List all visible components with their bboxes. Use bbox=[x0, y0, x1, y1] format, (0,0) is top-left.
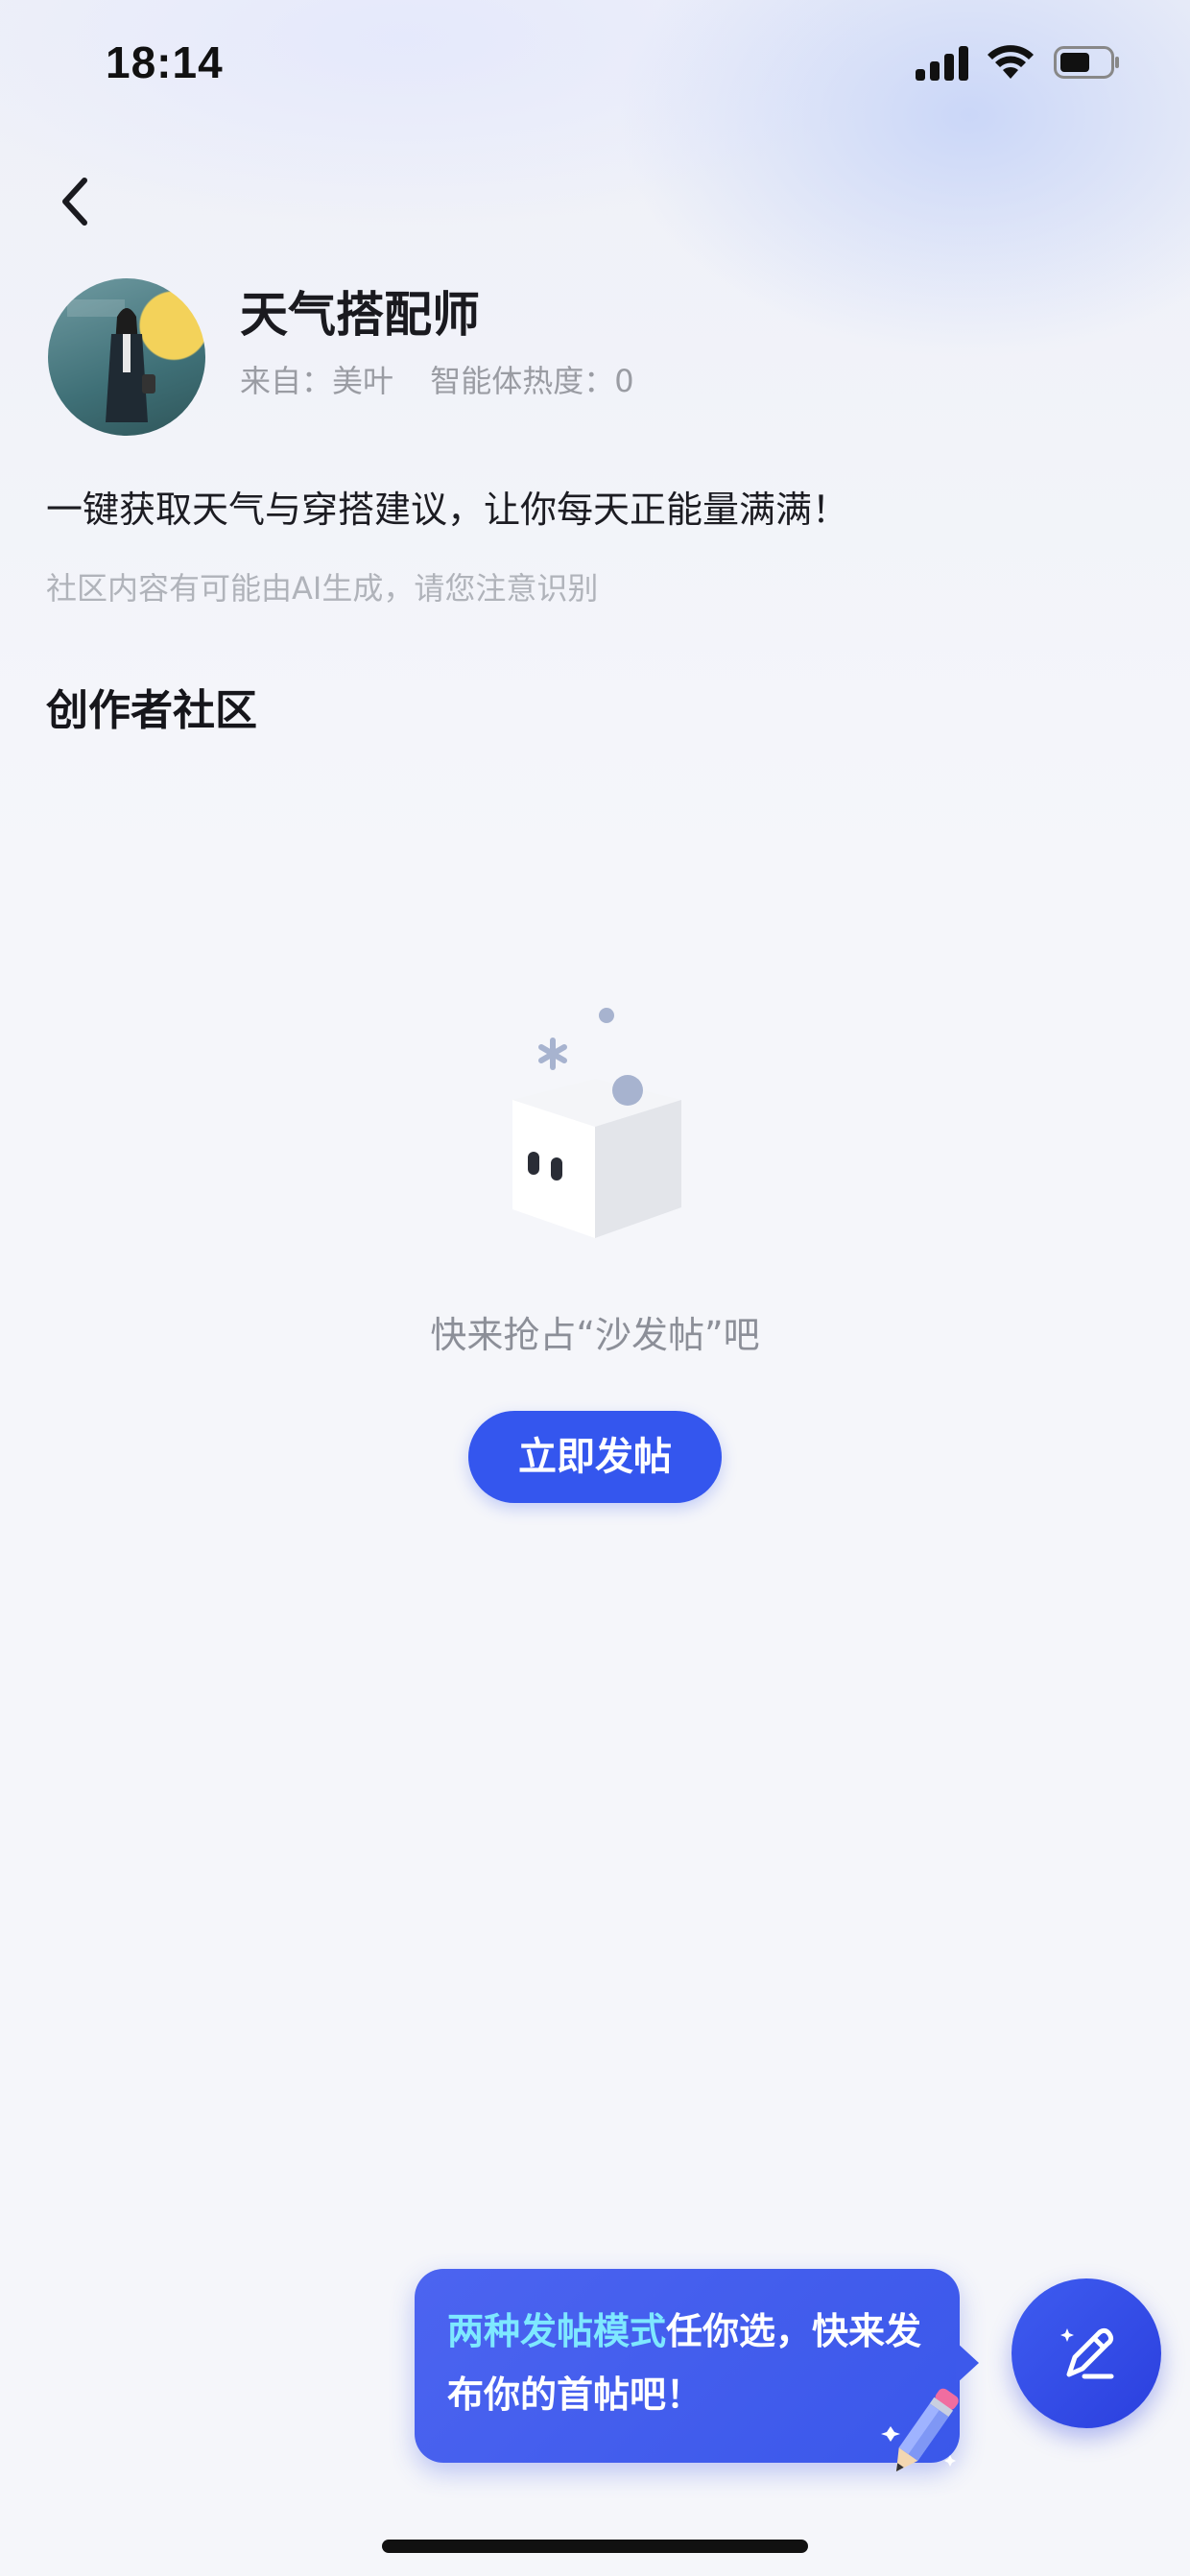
agent-heat: 智能体热度：0 bbox=[430, 363, 634, 399]
compose-post-button[interactable] bbox=[1012, 2278, 1161, 2428]
tooltip-highlight: 两种发帖模式 bbox=[447, 2310, 667, 2352]
agent-meta: 来自：美叶 智能体热度：0 bbox=[240, 357, 661, 401]
community-title: 创作者社区 bbox=[46, 686, 257, 735]
empty-box-icon bbox=[512, 1008, 681, 1238]
agent-description: 一键获取天气与穿搭建议，让你每天正能量满满！ bbox=[46, 489, 849, 531]
back-arrow-icon[interactable] bbox=[50, 171, 104, 232]
agent-name: 天气搭配师 bbox=[240, 287, 480, 343]
signal-icon bbox=[916, 44, 969, 81]
pencil-icon bbox=[881, 2388, 959, 2472]
battery-icon bbox=[1054, 46, 1119, 79]
tooltip-arrow bbox=[956, 2342, 979, 2384]
status-bar: 18:14 bbox=[0, 0, 1190, 134]
agent-from[interactable]: 来自：美叶 bbox=[240, 363, 393, 399]
wifi-icon bbox=[988, 45, 1034, 79]
compose-icon bbox=[1060, 2327, 1114, 2379]
post-now-button[interactable]: 立即发帖 bbox=[468, 1411, 722, 1503]
avatar-illustration bbox=[67, 299, 155, 422]
empty-state-text: 快来抢占“沙发帖”吧 bbox=[430, 1314, 760, 1356]
status-time: 18:14 bbox=[106, 37, 224, 87]
ai-notice: 社区内容有可能由AI生成，请您注意识别 bbox=[46, 570, 599, 607]
home-indicator[interactable] bbox=[382, 2540, 808, 2553]
avatar[interactable] bbox=[48, 278, 205, 436]
